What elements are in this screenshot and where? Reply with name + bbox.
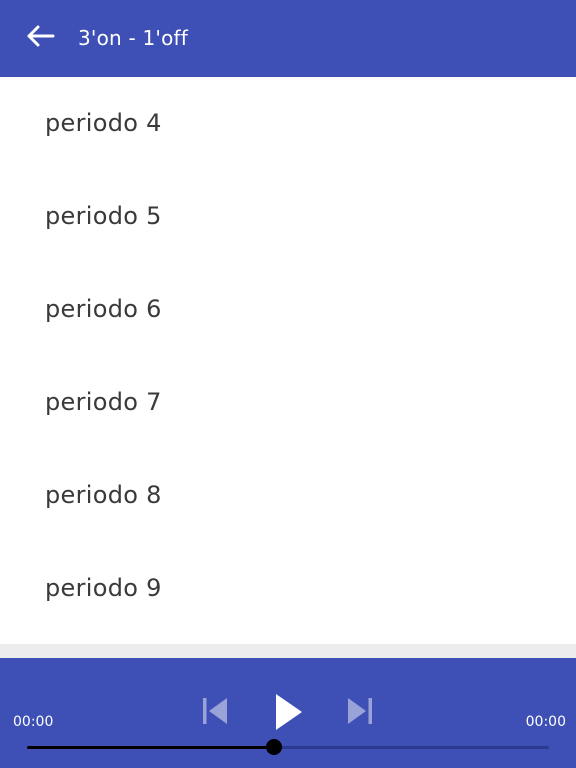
elapsed-time: 00:00 — [13, 714, 54, 730]
period-list: periodo 4 periodo 5 periodo 6 periodo 7 … — [0, 77, 576, 644]
list-item[interactable]: periodo 8 — [0, 449, 576, 542]
play-button[interactable] — [268, 692, 308, 732]
arrow-left-icon — [25, 24, 55, 52]
page-title: 3'on - 1'off — [78, 26, 189, 50]
list-item[interactable]: periodo 9 — [0, 542, 576, 635]
list-item[interactable]: periodo 6 — [0, 263, 576, 356]
app-bar: 3'on - 1'off — [0, 0, 576, 77]
previous-button[interactable] — [199, 696, 231, 726]
list-item-label: periodo 4 — [45, 109, 162, 137]
back-button[interactable] — [22, 22, 58, 54]
seek-progress — [27, 746, 274, 749]
next-button[interactable] — [344, 696, 376, 726]
list-item-label: periodo 7 — [45, 388, 162, 416]
list-item-label: periodo 8 — [45, 481, 162, 509]
skip-previous-icon — [199, 698, 231, 730]
seek-bar[interactable] — [27, 739, 549, 755]
total-time: 00:00 — [525, 714, 566, 730]
list-item[interactable]: periodo 7 — [0, 356, 576, 449]
play-icon — [268, 694, 308, 736]
audio-player-bar: 00:00 00:00 — [0, 658, 576, 768]
list-item-label: periodo 9 — [45, 574, 162, 602]
skip-next-icon — [344, 698, 376, 730]
list-item-label: periodo 5 — [45, 202, 162, 230]
seek-thumb[interactable] — [265, 739, 282, 755]
list-item[interactable]: periodo 4 — [0, 77, 576, 170]
list-item[interactable]: periodo 5 — [0, 170, 576, 263]
list-item-label: periodo 6 — [45, 295, 162, 323]
